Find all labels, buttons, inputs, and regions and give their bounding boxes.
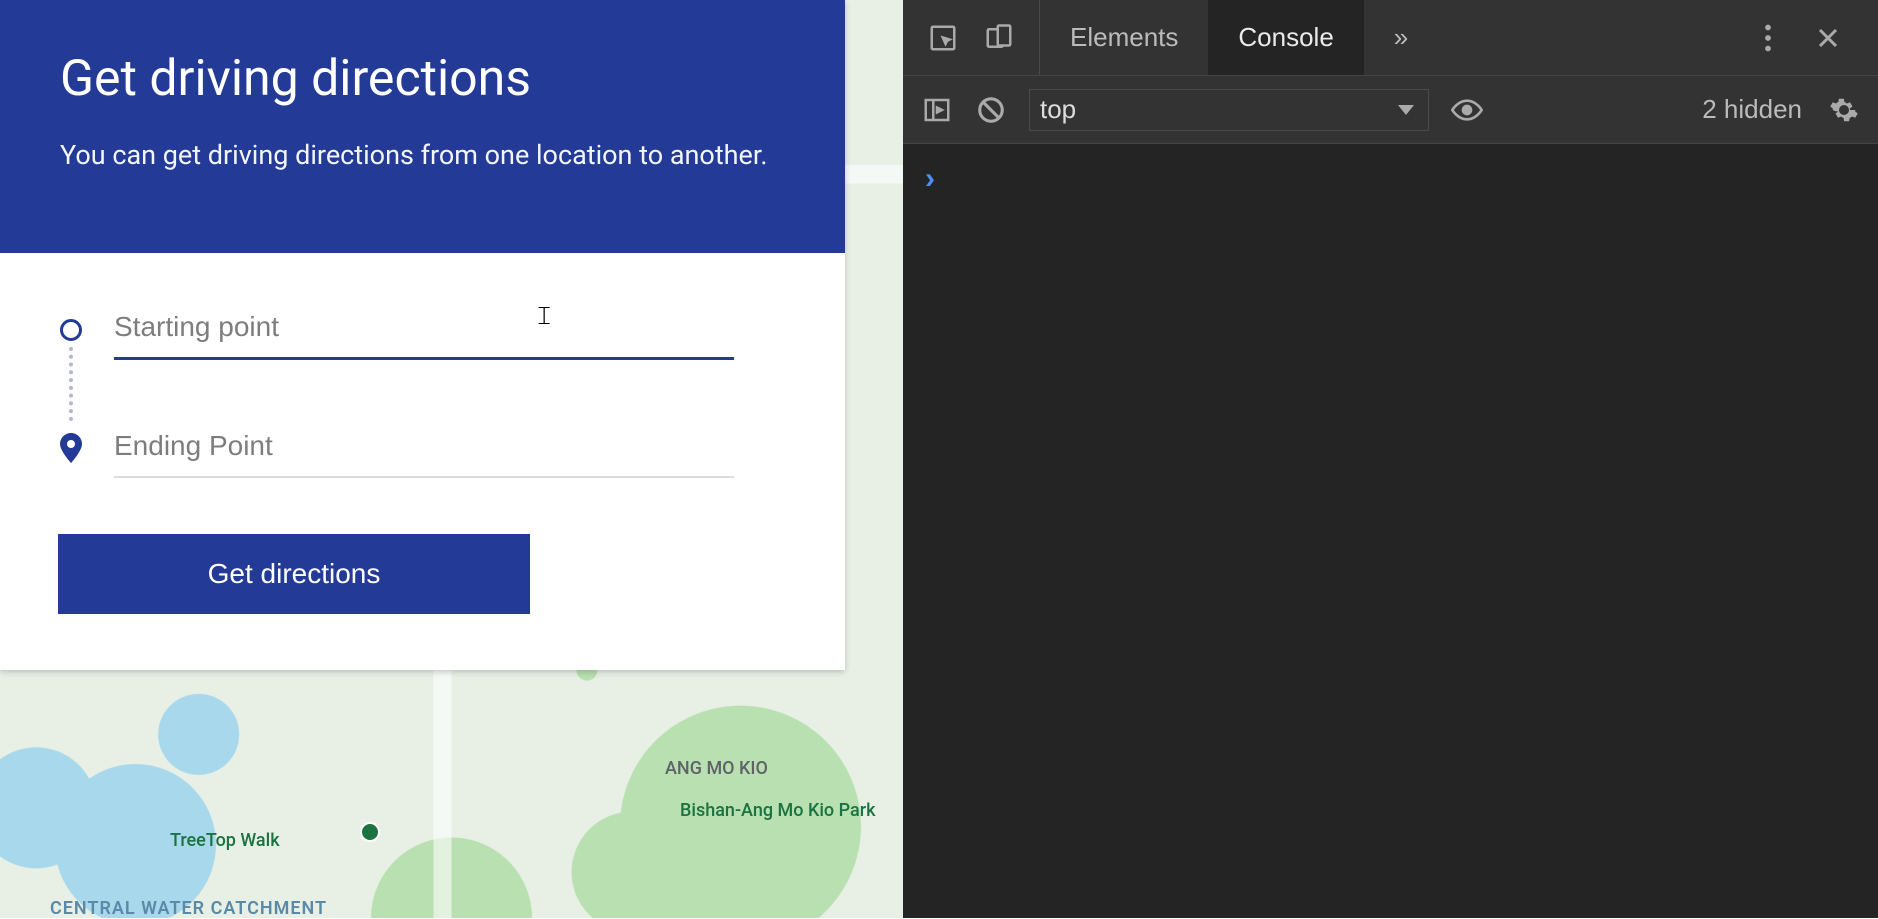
devtools-left-icons: [903, 0, 1040, 75]
live-expression-eye-icon[interactable]: [1451, 94, 1483, 126]
map-marker-icon[interactable]: [360, 822, 380, 842]
hidden-count[interactable]: 2 hidden: [1702, 94, 1802, 125]
kebab-menu-icon[interactable]: [1746, 14, 1790, 62]
origin-circle-icon: [58, 317, 84, 343]
device-toggle-icon[interactable]: [983, 22, 1015, 54]
route-connector-dots: [69, 347, 73, 421]
page-subtitle: You can get driving directions from one …: [60, 136, 785, 175]
console-toolbar: top 2 hidden: [903, 76, 1878, 144]
directions-card: Get driving directions You can get drivi…: [0, 0, 845, 670]
tab-console[interactable]: Console: [1208, 0, 1363, 75]
get-directions-button[interactable]: Get directions: [58, 534, 530, 614]
devtools-tabs: Elements Console »: [903, 0, 1878, 76]
start-row: 𝙸: [58, 299, 785, 360]
inspect-element-icon[interactable]: [927, 22, 959, 54]
map-label-bishan-park: Bishan-Ang Mo Kio Park: [680, 800, 840, 821]
context-selector-value: top: [1040, 94, 1076, 125]
destination-pin-icon: [58, 435, 84, 461]
map-label-ang-mo-kio: ANG MO KIO: [665, 758, 768, 779]
console-sidebar-toggle-icon[interactable]: [921, 94, 953, 126]
close-devtools-icon[interactable]: [1798, 16, 1858, 60]
map-panel: ANG MO KIO Bishan-Ang Mo Kio Park TreeTo…: [0, 0, 903, 918]
tab-elements[interactable]: Elements: [1040, 0, 1208, 75]
console-prompt-icon: ›: [925, 162, 935, 195]
tab-more[interactable]: »: [1364, 0, 1438, 75]
chevron-down-icon: [1398, 105, 1414, 115]
clear-console-icon[interactable]: [975, 94, 1007, 126]
map-label-central-water: CENTRAL WATER CATCHMENT: [50, 898, 327, 919]
page-title: Get driving directions: [60, 50, 785, 108]
console-settings-gear-icon[interactable]: [1828, 94, 1860, 126]
starting-point-input[interactable]: [114, 299, 734, 360]
card-body: 𝙸 Get directions: [0, 253, 845, 670]
end-row: [58, 418, 785, 478]
context-selector[interactable]: top: [1029, 89, 1429, 131]
ending-point-input[interactable]: [114, 418, 734, 478]
console-output[interactable]: ›: [903, 144, 1878, 918]
card-header: Get driving directions You can get drivi…: [0, 0, 845, 253]
devtools-panel: Elements Console » top: [903, 0, 1878, 918]
map-label-treetop: TreeTop Walk: [170, 830, 280, 851]
